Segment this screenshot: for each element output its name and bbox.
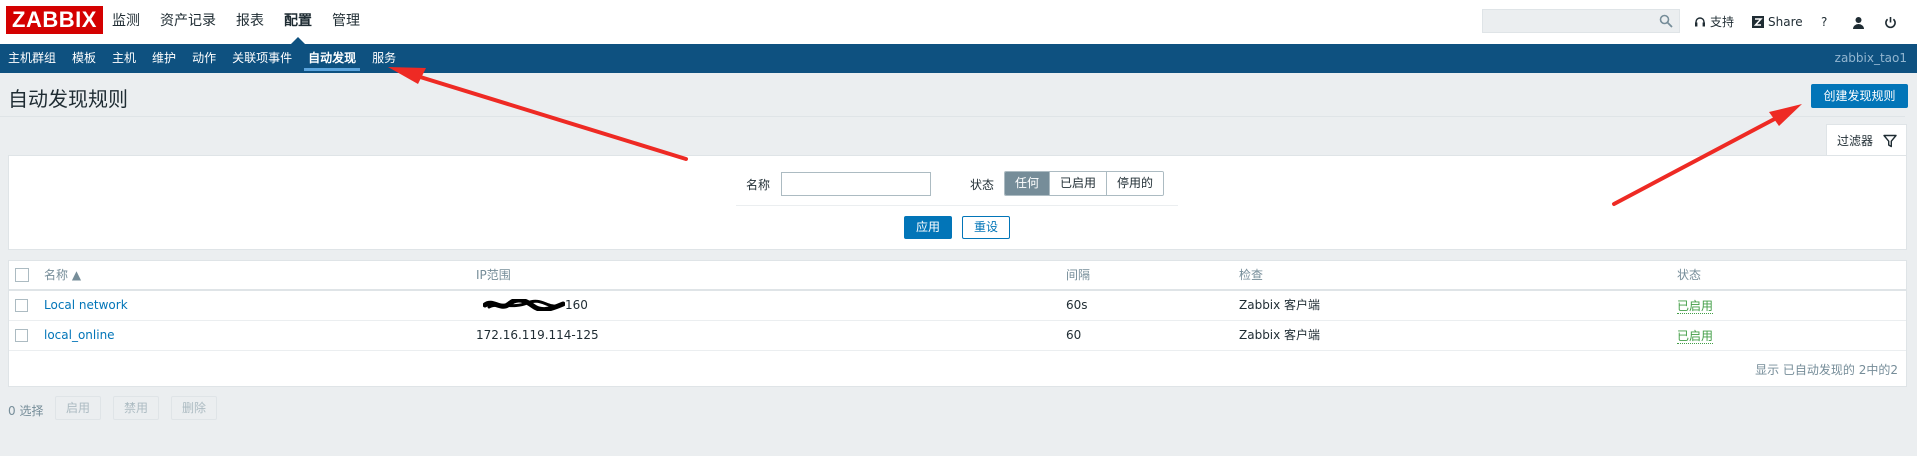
subnav-discovery[interactable]: 自动发现 [300, 44, 364, 73]
nav-configuration[interactable]: 配置 [284, 0, 312, 44]
subnav-actions[interactable]: 动作 [184, 44, 224, 73]
select-all-checkbox[interactable] [15, 268, 29, 282]
table-row: Local network 160 60s Zabbix 客户端 已启用 [9, 291, 1906, 321]
mass-disable-button[interactable]: 禁用 [113, 396, 160, 420]
filter-tab[interactable]: 过滤器 [1826, 124, 1907, 156]
interval-value: 60 [1066, 328, 1082, 342]
filter-name-label: 名称 [746, 178, 771, 192]
nav-administration[interactable]: 管理 [332, 0, 360, 44]
logout-link[interactable] [1884, 0, 1901, 44]
zabbix-logo[interactable]: ZABBIX [6, 6, 103, 34]
status-segmented-control: 任何 已启用 停用的 [1004, 171, 1165, 196]
sub-nav: 主机群组 模板 主机 维护 动作 关联项事件 自动发现 服务 [0, 44, 404, 73]
power-icon [1885, 16, 1896, 28]
filter-tab-label: 过滤器 [1837, 134, 1874, 148]
sub-nav-bar: 主机群组 模板 主机 维护 动作 关联项事件 自动发现 服务 zabbix_ta… [0, 44, 1917, 73]
filter-icon [1883, 134, 1897, 147]
page-title: 自动发现规则 [8, 87, 128, 111]
support-label: 支持 [1710, 15, 1735, 29]
status-toggle-link[interactable]: 已启用 [1677, 329, 1714, 344]
status-toggle-link[interactable]: 已启用 [1677, 299, 1714, 314]
filter-status-label: 状态 [970, 178, 995, 192]
table-header: 名称 ▲ IP范围 间隔 检查 状态 [9, 261, 1906, 291]
user-icon [1853, 16, 1864, 29]
ip-range-value: 172.16.119.114-125 [476, 328, 599, 342]
checks-value: Zabbix 客户端 [1239, 298, 1321, 312]
create-discovery-rule-button[interactable]: 创建发现规则 [1811, 84, 1908, 108]
username: zabbix_tao1 [1834, 51, 1907, 65]
apply-button[interactable]: 应用 [904, 216, 952, 239]
rule-name-link[interactable]: local_online [44, 321, 115, 349]
status-enabled-option[interactable]: 已启用 [1050, 172, 1108, 195]
row-checkbox[interactable] [15, 329, 28, 342]
column-checks-header: 检查 [1239, 268, 1264, 282]
profile-link[interactable] [1852, 0, 1869, 44]
subnav-services[interactable]: 服务 [364, 44, 404, 73]
interval-value: 60s [1066, 298, 1088, 312]
discovery-rules-table: 名称 ▲ IP范围 间隔 检查 状态 Local network 160 60s… [8, 260, 1907, 387]
mass-enable-button[interactable]: 启用 [55, 396, 102, 420]
search-icon[interactable] [1659, 14, 1673, 28]
reset-button[interactable]: 重设 [962, 216, 1010, 239]
subnav-hosts[interactable]: 主机 [104, 44, 144, 73]
title-divider [0, 116, 1905, 117]
column-interval-header: 间隔 [1066, 268, 1091, 282]
nav-reports[interactable]: 报表 [236, 0, 264, 44]
search-input[interactable] [1482, 9, 1680, 33]
status-disabled-option[interactable]: 停用的 [1107, 172, 1164, 195]
subnav-templates[interactable]: 模板 [64, 44, 104, 73]
headset-icon [1695, 17, 1705, 27]
ip-range-value: 160 [565, 298, 588, 312]
help-link[interactable]: ? [1821, 0, 1827, 44]
column-name-header[interactable]: 名称 ▲ [44, 261, 81, 289]
selected-count: 0 选择 [8, 404, 44, 418]
rule-name-link[interactable]: Local network [44, 291, 128, 319]
filter-divider [736, 205, 1178, 206]
checks-value: Zabbix 客户端 [1239, 328, 1321, 342]
nav-monitoring[interactable]: 监测 [112, 0, 140, 44]
share-link[interactable]: Share [1752, 0, 1803, 44]
help-icon: ? [1821, 15, 1828, 29]
table-footer-count: 显示 已自动发现的 2中的2 [1755, 363, 1898, 377]
subnav-maintenance[interactable]: 维护 [144, 44, 184, 73]
share-icon [1752, 16, 1764, 28]
subnav-event-correlation[interactable]: 关联项事件 [224, 44, 300, 73]
mass-delete-button[interactable]: 删除 [171, 396, 218, 420]
nav-inventory[interactable]: 资产记录 [160, 0, 216, 44]
top-header: ZABBIX 监测 资产记录 报表 配置 管理 支持 Share ? [0, 0, 1917, 44]
column-status-header: 状态 [1677, 268, 1702, 282]
column-ip-range-header: IP范围 [476, 268, 511, 282]
filter-panel: 名称 状态 任何 已启用 停用的 应用 重设 [8, 155, 1907, 250]
annotation-arrow-to-discovery [388, 67, 688, 161]
redacted-scribble [483, 299, 565, 311]
main-nav: 监测 资产记录 报表 配置 管理 [112, 0, 380, 44]
filter-name-input[interactable] [781, 172, 931, 196]
status-any-option[interactable]: 任何 [1005, 172, 1051, 195]
subnav-host-groups[interactable]: 主机群组 [0, 44, 64, 73]
table-row: local_online 172.16.119.114-125 60 Zabbi… [9, 321, 1906, 351]
share-label: Share [1768, 15, 1803, 29]
row-checkbox[interactable] [15, 299, 28, 312]
support-link[interactable]: 支持 [1694, 0, 1734, 44]
